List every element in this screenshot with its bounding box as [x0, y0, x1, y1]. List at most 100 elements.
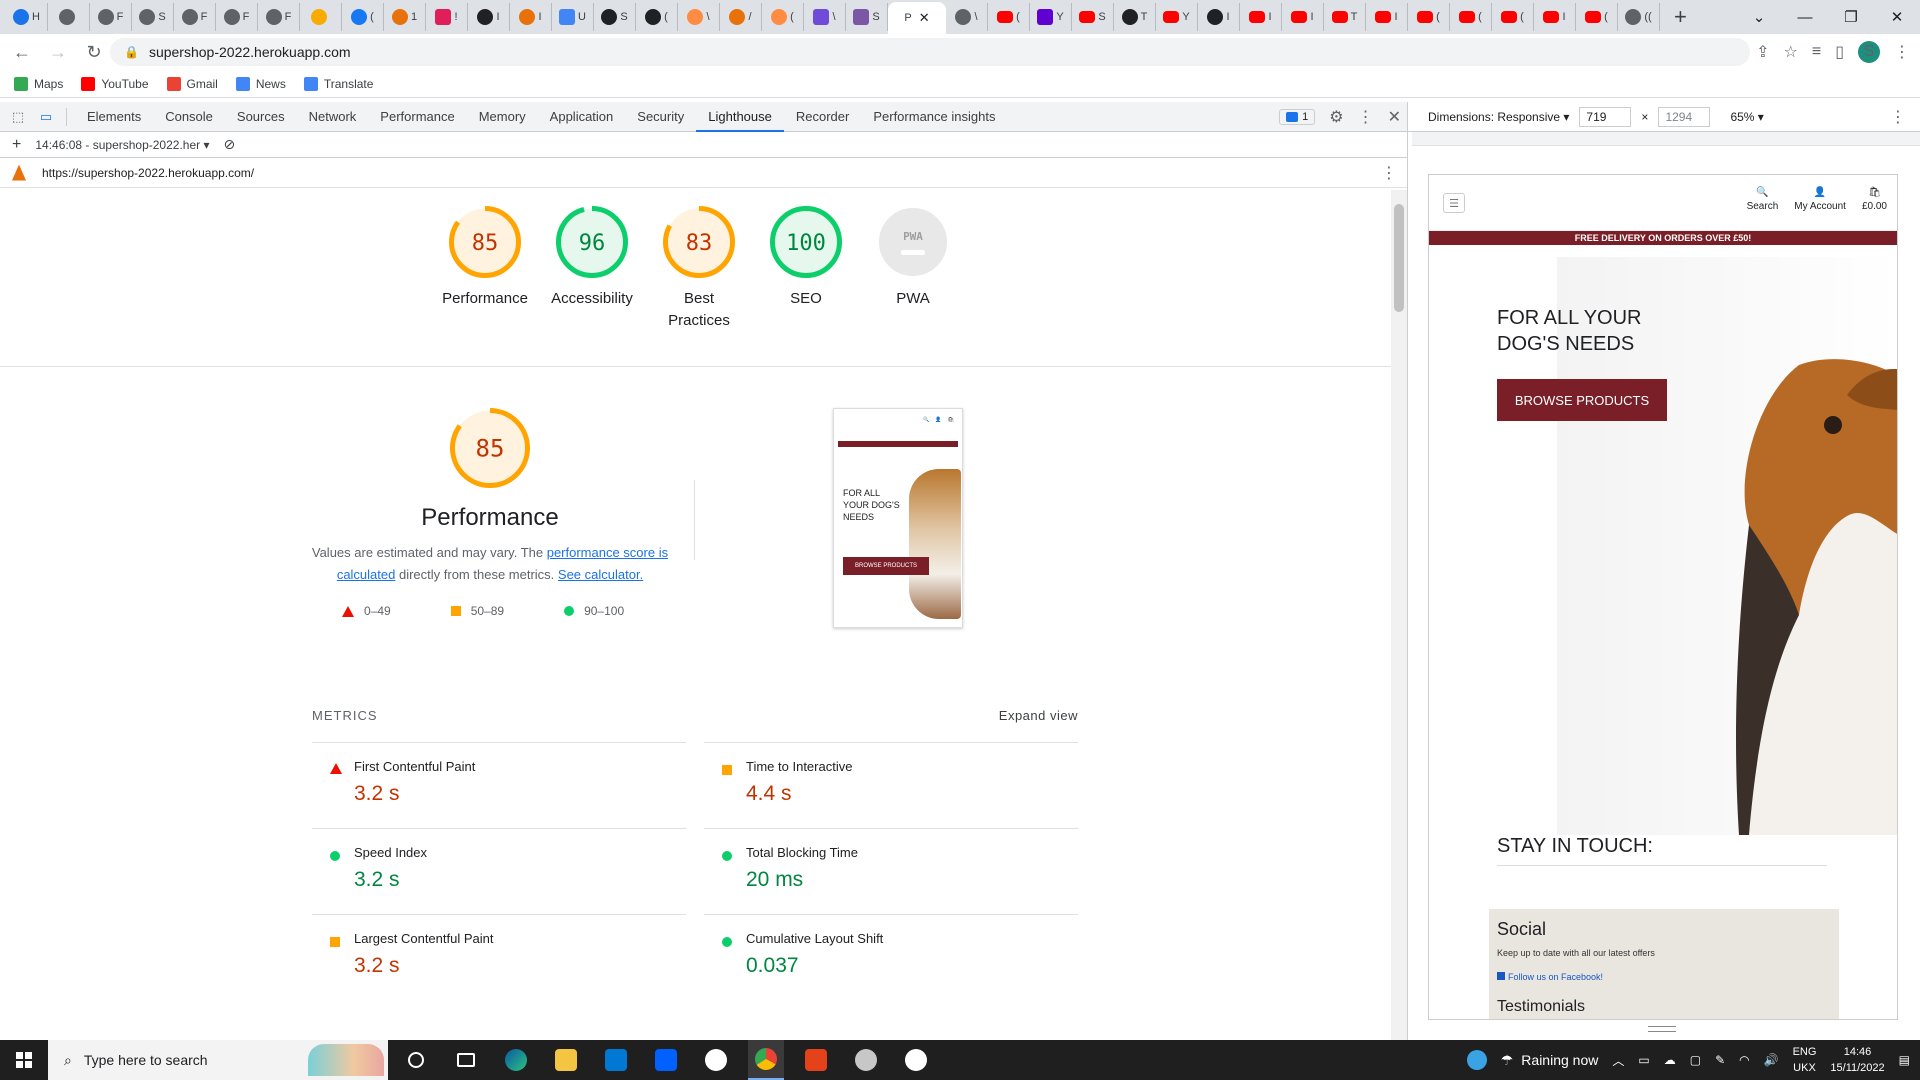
tab-search-icon[interactable]: ⌄	[1736, 0, 1782, 34]
devtools-tab-lighthouse[interactable]: Lighthouse	[696, 102, 784, 132]
inspect-element-icon[interactable]: ⬚	[8, 107, 28, 127]
battery-icon[interactable]: ▭	[1638, 1053, 1649, 1067]
browser-tab[interactable]: S	[594, 3, 636, 31]
back-button[interactable]: ←	[8, 38, 36, 66]
report-menu-icon[interactable]: ⋮	[1381, 163, 1397, 183]
share-icon[interactable]: ⇪	[1756, 42, 1769, 62]
browser-tab[interactable]: F	[216, 3, 258, 31]
file-explorer-icon[interactable]	[548, 1040, 584, 1080]
bookmark-item[interactable]: News	[235, 76, 286, 91]
devtools-tab-network[interactable]: Network	[297, 102, 369, 132]
address-bar[interactable]: 🔒 supershop-2022.herokuapp.com	[110, 38, 1750, 66]
browser-tab[interactable]: Y	[1030, 3, 1072, 31]
task-view-icon[interactable]	[448, 1040, 484, 1080]
settings-gear-icon[interactable]: ⚙	[1329, 107, 1343, 127]
bookmark-item[interactable]: Gmail	[166, 76, 218, 91]
smile-app-icon[interactable]	[898, 1040, 934, 1080]
github-desktop-icon[interactable]	[698, 1040, 734, 1080]
browser-tab[interactable]: F	[258, 3, 300, 31]
gauge-accessibility[interactable]: 96 Accessibility	[537, 206, 647, 310]
browser-tab[interactable]: U	[552, 3, 594, 31]
site-header-search-link[interactable]: 🔍 Search	[1747, 187, 1779, 212]
minimize-button[interactable]: —	[1782, 0, 1828, 34]
maximize-button[interactable]: ❐	[1828, 0, 1874, 34]
clock[interactable]: 14:46 15/11/2022	[1830, 1044, 1884, 1076]
height-input[interactable]: 1294	[1658, 106, 1711, 127]
tray-overflow-icon[interactable]: ︿	[1612, 1052, 1624, 1069]
browser-tab[interactable]	[300, 3, 342, 31]
expand-view-toggle[interactable]: Expand view	[999, 708, 1078, 742]
gauge-best-practices[interactable]: 83 Best Practices	[644, 206, 754, 332]
browser-tab[interactable]: I	[1198, 3, 1240, 31]
bookmark-item[interactable]: YouTube	[81, 76, 149, 91]
close-devtools-icon[interactable]: ✕	[1388, 107, 1401, 127]
browser-tab[interactable]: I	[1366, 3, 1408, 31]
browser-tab[interactable]: 1	[384, 3, 426, 31]
report-scrollbar[interactable]	[1391, 190, 1407, 1040]
browser-tab[interactable]: /	[720, 3, 762, 31]
help-icon[interactable]	[1466, 1050, 1487, 1070]
browser-tab[interactable]: (	[1450, 3, 1492, 31]
new-report-icon[interactable]: +	[12, 136, 21, 154]
site-header-user-link[interactable]: 👤 My Account	[1794, 187, 1846, 212]
weather-widget[interactable]: ☂ Raining now	[1501, 1052, 1599, 1069]
browser-tab[interactable]: T	[1114, 3, 1156, 31]
device-toolbar-icon[interactable]: ▭	[36, 107, 56, 127]
report-selector[interactable]: 14:46:08 - supershop-2022.her ▾	[35, 138, 209, 152]
dimensions-select[interactable]: Dimensions: Responsive ▾	[1428, 110, 1569, 124]
browser-tab[interactable]: (	[762, 3, 804, 31]
browser-tab[interactable]: \	[946, 3, 988, 31]
side-panel-icon[interactable]: ▯	[1835, 42, 1844, 62]
facebook-link[interactable]: Follow us on Facebook!	[1497, 972, 1831, 982]
gauge-seo[interactable]: 100 SEO	[751, 206, 861, 310]
browser-tab[interactable]: !	[426, 3, 468, 31]
pen-icon[interactable]: ✎	[1715, 1053, 1725, 1067]
browser-tab[interactable]: I	[1240, 3, 1282, 31]
devtools-tab-performance-insights[interactable]: Performance insights	[861, 102, 1007, 132]
devtools-tab-sources[interactable]: Sources	[225, 102, 297, 132]
browser-tab[interactable]: Y	[1156, 3, 1198, 31]
browser-tab[interactable]: I	[510, 3, 552, 31]
language-indicator[interactable]: ENG UKX	[1793, 1044, 1817, 1076]
new-tab-button[interactable]: +	[1674, 4, 1687, 30]
browser-tab[interactable]: S	[1072, 3, 1114, 31]
devtools-tab-memory[interactable]: Memory	[467, 102, 538, 132]
browser-tab[interactable]: (	[1492, 3, 1534, 31]
browser-tab[interactable]: (	[988, 3, 1030, 31]
reading-list-icon[interactable]: ≡	[1812, 43, 1821, 61]
browser-tab[interactable]: T	[1324, 3, 1366, 31]
devtools-tab-console[interactable]: Console	[153, 102, 225, 132]
bookmark-item[interactable]: Maps	[14, 76, 63, 91]
profile-avatar[interactable]: S	[1858, 41, 1880, 63]
gauge-performance[interactable]: 85 Performance	[430, 206, 540, 310]
browser-tab[interactable]: F	[90, 3, 132, 31]
browser-tab[interactable]: (	[1576, 3, 1618, 31]
bookmark-item[interactable]: Translate	[303, 76, 373, 91]
browser-tab[interactable]: I	[1534, 3, 1576, 31]
forward-button[interactable]: →	[44, 38, 72, 66]
start-button[interactable]	[0, 1040, 48, 1080]
volume-icon[interactable]: 🔊	[1764, 1053, 1779, 1067]
dropbox-icon[interactable]	[648, 1040, 684, 1080]
close-window-button[interactable]: ✕	[1874, 0, 1920, 34]
browser-tab[interactable]: \	[678, 3, 720, 31]
chrome-icon[interactable]	[748, 1040, 784, 1080]
site-header-bag-link[interactable]: 🛍 £0.00	[1862, 187, 1887, 212]
close-tab-icon[interactable]: ✕	[919, 10, 930, 26]
see-calculator-link[interactable]: See calculator.	[558, 567, 643, 582]
browser-tab[interactable]: S	[846, 3, 888, 31]
resize-handle[interactable]	[1648, 1026, 1676, 1032]
zoom-select[interactable]: 65% ▾	[1730, 110, 1763, 124]
browser-tab[interactable]	[48, 3, 90, 31]
page-screenshot-thumbnail[interactable]: 🔍 👤 🛍 FOR ALL YOUR DOG'S NEEDS BROWSE PROD…	[833, 408, 963, 628]
browser-tab[interactable]: (	[1408, 3, 1450, 31]
browser-tab[interactable]: I	[468, 3, 510, 31]
gauge-pwa[interactable]: PWA PWA	[858, 206, 968, 310]
browser-tab[interactable]: S	[132, 3, 174, 31]
browser-tab[interactable]: I	[1282, 3, 1324, 31]
bookmark-star-icon[interactable]: ☆	[1784, 42, 1798, 62]
taskbar-search[interactable]: ⌕ Type here to search	[48, 1040, 388, 1080]
clear-reports-icon[interactable]: ⊘	[224, 136, 236, 153]
browser-tab[interactable]: (	[342, 3, 384, 31]
browser-tab[interactable]: F	[174, 3, 216, 31]
